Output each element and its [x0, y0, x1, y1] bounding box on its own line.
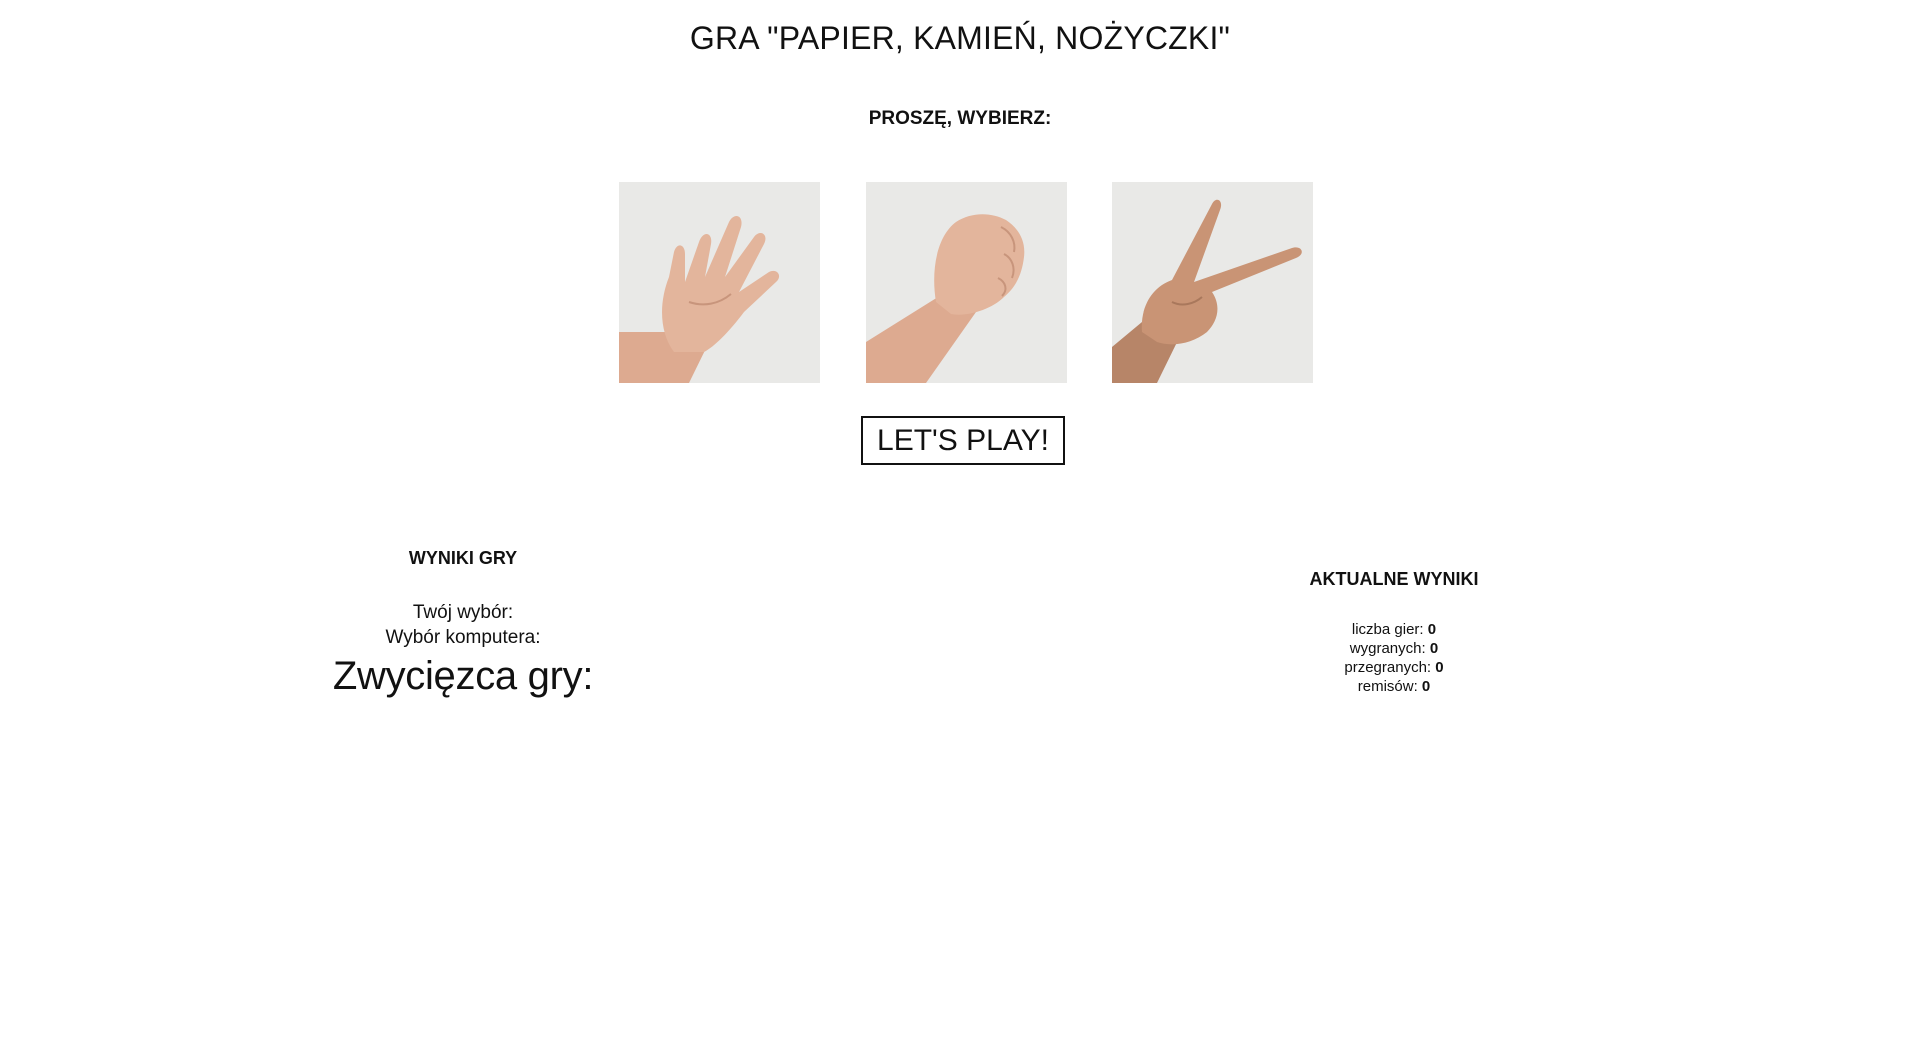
- draws-count-value: 0: [1421, 678, 1431, 695]
- wins-count-label: wygranych:: [1349, 640, 1430, 657]
- choice-rock[interactable]: [865, 182, 1067, 383]
- draws-count-label: remisów:: [1357, 678, 1422, 695]
- current-results-heading: AKTUALNE WYNIKI: [1309, 569, 1479, 589]
- games-count: liczba gier: 0: [1244, 620, 1544, 639]
- choice-paper[interactable]: [619, 182, 820, 383]
- wins-count-value: 0: [1429, 640, 1439, 657]
- computer-choice-label: Wybór komputera:: [385, 627, 541, 648]
- games-count-label: liczba gier:: [1351, 621, 1428, 638]
- scissors-hand-icon: [1112, 182, 1313, 383]
- game-results-heading: WYNIKI GRY: [408, 548, 518, 568]
- choice-scissors[interactable]: [1112, 182, 1313, 383]
- draws-count: remisów: 0: [1244, 677, 1544, 696]
- game-results-panel: WYNIKI GRY Twój wybór: Wybór komputera: …: [313, 548, 613, 699]
- wins-count: wygranych: 0: [1244, 639, 1544, 658]
- losses-count-value: 0: [1435, 659, 1444, 676]
- choose-prompt: PROSZĘ, WYBIERZ:: [868, 108, 1052, 129]
- losses-count-label: przegranych:: [1344, 659, 1436, 676]
- game-page: GRA "PAPIER, KAMIEŃ, NOŻYCZKI" PROSZĘ, W…: [0, 0, 1920, 1046]
- current-results-panel: AKTUALNE WYNIKI liczba gier: 0 wygranych…: [1244, 569, 1544, 696]
- your-choice-label: Twój wybór:: [412, 602, 514, 623]
- losses-count: przegranych: 0: [1244, 658, 1544, 677]
- play-button[interactable]: LET'S PLAY!: [861, 416, 1065, 465]
- paper-hand-icon: [619, 182, 820, 383]
- choices-row: [619, 182, 1313, 383]
- page-title: GRA "PAPIER, KAMIEŃ, NOŻYCZKI": [689, 20, 1231, 56]
- games-count-value: 0: [1427, 621, 1437, 638]
- winner-label: Zwycięzca gry:: [332, 654, 594, 698]
- rock-fist-icon: [865, 182, 1067, 383]
